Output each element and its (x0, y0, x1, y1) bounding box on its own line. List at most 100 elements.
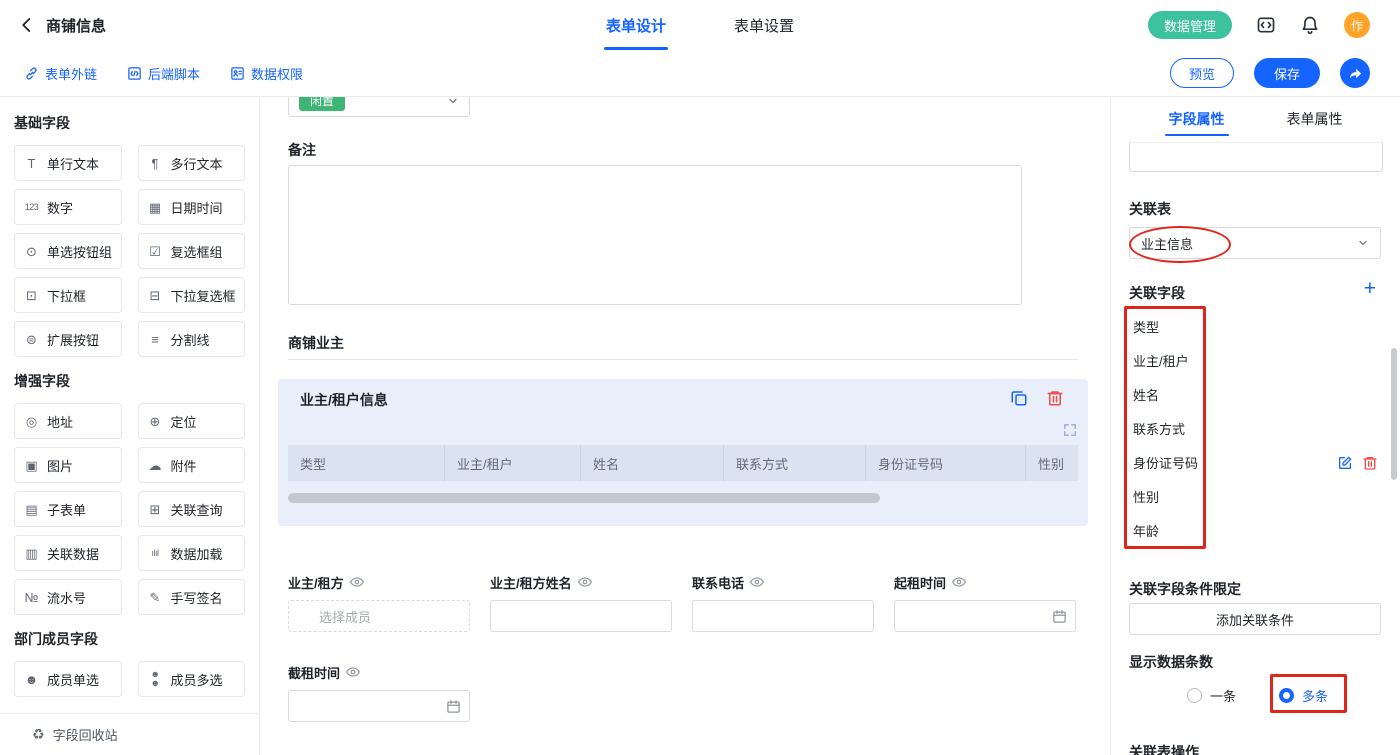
expand-icon[interactable] (1063, 423, 1077, 437)
related-field-item[interactable]: 年龄 (1129, 513, 1309, 547)
delete-icon[interactable] (1046, 389, 1064, 407)
radio-one-record[interactable]: 一条 (1187, 686, 1236, 705)
share-button[interactable] (1340, 58, 1370, 88)
preview-button[interactable]: 预览 (1170, 58, 1234, 88)
data-permission-action[interactable]: 数据权限 (230, 64, 303, 83)
visibility-icon[interactable] (750, 575, 764, 589)
field-type-button[interactable]: ılıl 数据加载 (138, 535, 246, 571)
field-type-button[interactable]: ◎ 地址 (14, 403, 122, 439)
external-link-action[interactable]: 表单外链 (24, 64, 97, 83)
field-type-icon: ▥ (23, 547, 40, 560)
field-type-label: 单行文本 (47, 154, 99, 173)
field-lease-start-date: 起租时间 (894, 572, 1076, 632)
field-type-button[interactable]: ⊕ 定位 (138, 403, 246, 439)
save-button[interactable]: 保存 (1254, 58, 1320, 88)
user-avatar[interactable]: 作 (1344, 12, 1370, 38)
calendar-icon (1052, 609, 1067, 624)
owner-name-input[interactable] (490, 600, 672, 632)
backend-script-action[interactable]: 后端脚本 (127, 64, 200, 83)
field-label: 截租时间 (288, 663, 340, 682)
subform-column-header: 性别 (1026, 445, 1078, 481)
field-type-button[interactable]: ☻ 成员单选 (14, 661, 122, 697)
field-type-icon: 123 (23, 203, 40, 212)
page-scrollbar-thumb[interactable] (1391, 348, 1397, 480)
add-related-field-icon[interactable]: + (1364, 278, 1376, 299)
app-header: 商铺信息 表单设计 表单设置 数据管理 作 (0, 0, 1400, 50)
field-phone: 联系电话 (692, 572, 874, 632)
field-type-icon: ◎ (23, 415, 40, 428)
field-type-button[interactable]: ⊙ 单选按钮组 (14, 233, 122, 269)
visibility-icon[interactable] (346, 665, 360, 679)
related-field-item[interactable]: 类型 (1129, 309, 1309, 343)
field-type-button[interactable]: ¶ 多行文本 (138, 145, 246, 181)
delete-field-icon[interactable] (1362, 455, 1378, 471)
related-field-item[interactable]: 身份证号码 (1129, 445, 1309, 479)
add-condition-button[interactable]: 添加关联条件 (1129, 603, 1381, 635)
subform-scrollbar-thumb[interactable] (288, 493, 880, 503)
related-table-select[interactable]: 业主信息 (1129, 227, 1381, 259)
field-type-button[interactable]: ≡ 分割线 (138, 321, 246, 357)
remark-textarea[interactable] (288, 165, 1022, 305)
field-type-button[interactable]: ☁ 附件 (138, 447, 246, 483)
field-type-button[interactable]: ▤ 子表单 (14, 491, 122, 527)
visibility-icon[interactable] (350, 575, 364, 589)
tab-form-settings[interactable]: 表单设置 (732, 0, 796, 50)
visibility-icon[interactable] (578, 575, 592, 589)
field-type-icon: ☁ (147, 459, 164, 472)
start-date-input[interactable] (894, 600, 1076, 632)
duplicate-icon[interactable] (1010, 389, 1028, 407)
visibility-icon[interactable] (952, 575, 966, 589)
truncated-input[interactable] (1129, 142, 1383, 172)
related-field-item[interactable]: 业主/租户 (1129, 343, 1309, 377)
status-select[interactable]: 闲置 (288, 97, 470, 117)
enhanced-fields-grid: ◎ 地址 ⊕ 定位 ▣ 图片 ☁ 附件 ▤ 子表单 ⊞ 关联查询 ▥ 关联数据 … (14, 403, 245, 615)
field-type-icon: ▤ (23, 503, 40, 516)
notification-bell-icon[interactable] (1300, 15, 1320, 35)
field-type-button[interactable]: ▦ 日期时间 (138, 189, 246, 225)
field-type-button[interactable]: 123 数字 (14, 189, 122, 225)
field-type-icon: ☻☻ (147, 670, 164, 688)
subform-block-selected[interactable]: 业主/租户信息 类型业主/租户姓名联系方式身份证号码性别 (278, 379, 1088, 526)
tab-form-design[interactable]: 表单设计 (604, 0, 668, 50)
field-type-button[interactable]: № 流水号 (14, 579, 122, 615)
script-icon (127, 66, 142, 81)
related-field-item[interactable]: 联系方式 (1129, 411, 1309, 445)
field-type-button[interactable]: ☑ 复选框组 (138, 233, 246, 269)
phone-input[interactable] (692, 600, 874, 632)
radio-multiple-records[interactable]: 多条 (1279, 686, 1328, 705)
related-fields-label: 关联字段 (1129, 283, 1185, 303)
end-date-input[interactable] (288, 690, 470, 722)
field-type-button[interactable]: ⊜ 扩展按钮 (14, 321, 122, 357)
tab-form-properties[interactable]: 表单属性 (1287, 97, 1343, 141)
data-manage-button[interactable]: 数据管理 (1148, 11, 1232, 39)
field-type-icon: ılıl (147, 549, 164, 558)
field-type-icon: ☑ (147, 245, 164, 258)
field-type-button[interactable]: ☻☻ 成员多选 (138, 661, 246, 697)
share-icon (1348, 66, 1363, 81)
field-label: 业主/租方姓名 (490, 573, 572, 592)
field-type-button[interactable]: ✎ 手写签名 (138, 579, 246, 615)
properties-tabs: 字段属性 表单属性 (1111, 97, 1400, 141)
field-type-button[interactable]: ▥ 关联数据 (14, 535, 122, 571)
field-recycle-bin[interactable]: ♻ 字段回收站 (0, 713, 259, 755)
field-type-button[interactable]: ⊡ 下拉框 (14, 277, 122, 313)
remark-field-label: 备注 (288, 140, 316, 160)
subform-column-header: 联系方式 (724, 445, 866, 481)
tab-field-properties[interactable]: 字段属性 (1169, 97, 1225, 141)
field-type-button[interactable]: ▣ 图片 (14, 447, 122, 483)
field-type-button[interactable]: ⊟ 下拉复选框 (138, 277, 246, 313)
related-fields-list: 类型业主/租户姓名联系方式身份证号码性别年龄 (1129, 309, 1309, 547)
radio-dot (1187, 688, 1202, 703)
related-field-item[interactable]: 性别 (1129, 479, 1309, 513)
group-title-enhanced-fields: 增强字段 (14, 371, 245, 391)
field-type-button[interactable]: ⊞ 关联查询 (138, 491, 246, 527)
chevron-down-icon (447, 97, 459, 107)
field-type-label: 下拉复选框 (171, 286, 236, 305)
field-type-button[interactable]: T 单行文本 (14, 145, 122, 181)
related-field-item[interactable]: 姓名 (1129, 377, 1309, 411)
edit-icon[interactable] (1337, 455, 1353, 471)
assistant-icon[interactable] (1256, 15, 1276, 35)
back-icon[interactable] (18, 16, 36, 34)
member-picker-input[interactable]: 选择成员 (288, 600, 470, 632)
field-type-icon: ⊕ (147, 415, 164, 428)
